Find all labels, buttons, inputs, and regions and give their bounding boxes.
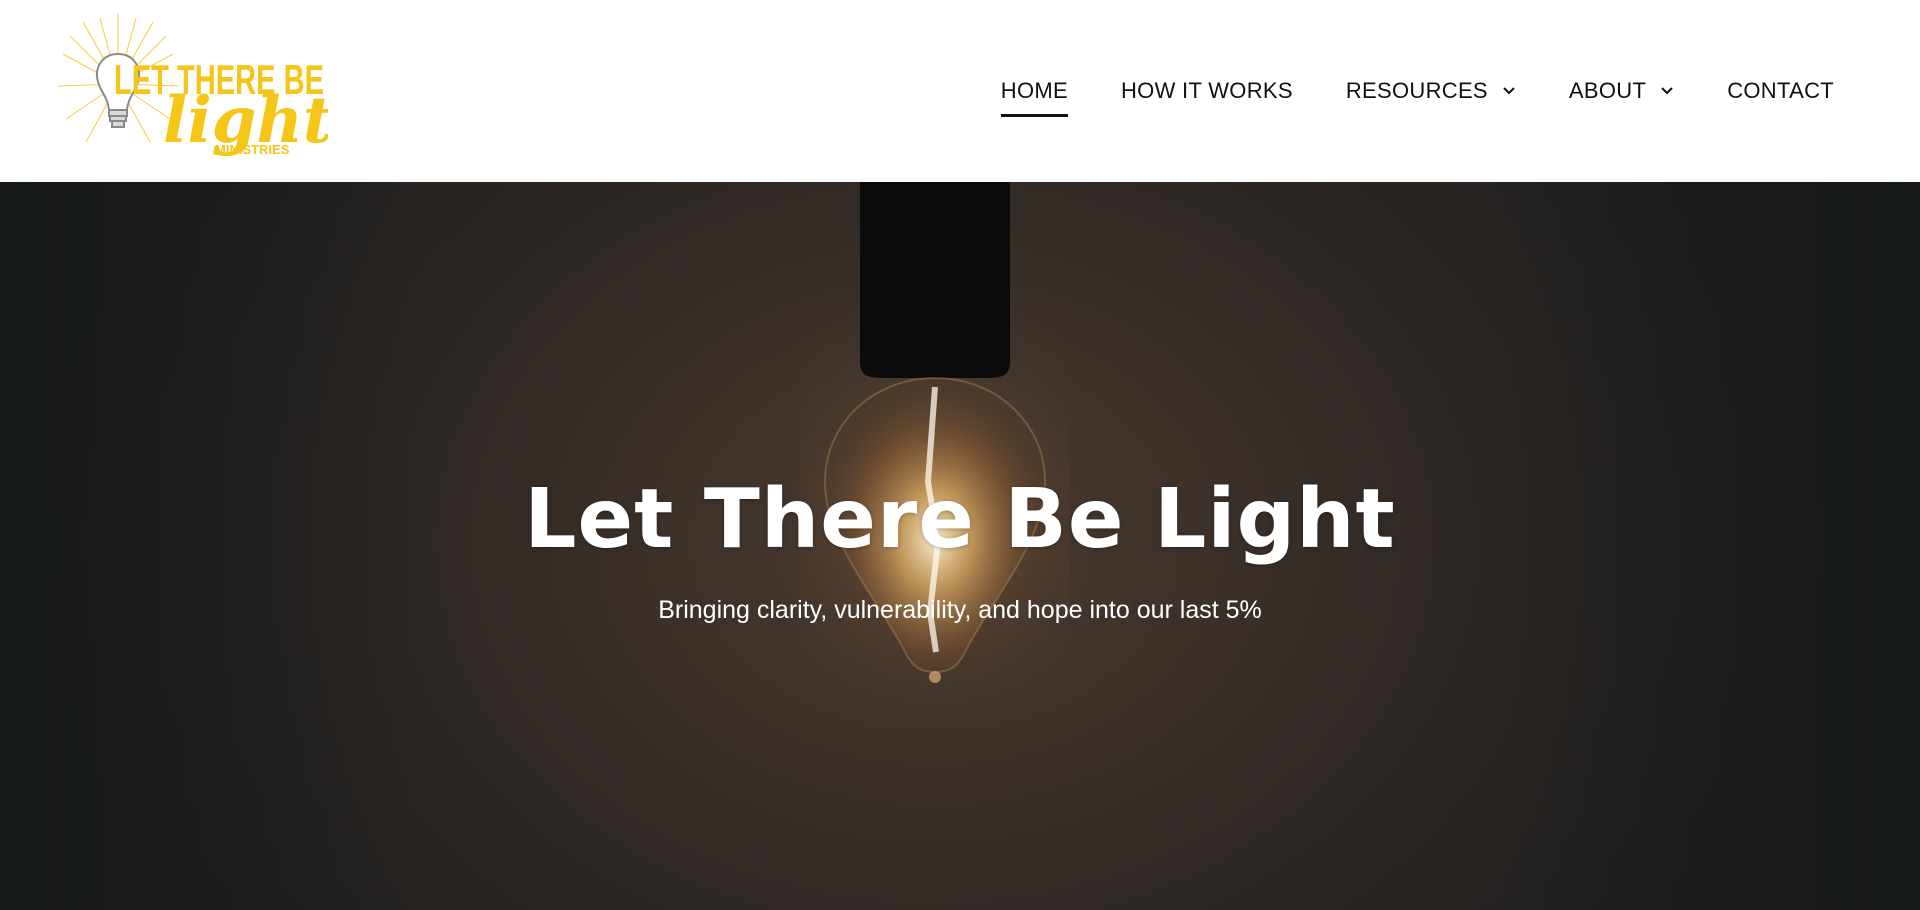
nav-resources-label: RESOURCES [1345, 78, 1488, 103]
chevron-down-icon [1661, 87, 1673, 95]
site-header: LET THERE BE light MINISTRIES HOME HOW I… [0, 0, 1920, 182]
chevron-down-icon [1503, 87, 1515, 95]
nav-contact-label: CONTACT [1727, 78, 1834, 103]
main-nav: HOME HOW IT WORKS RESOURCES ABOUT CONTAC… [1000, 0, 1834, 182]
nav-home[interactable]: HOME [1000, 71, 1069, 117]
site-logo[interactable]: LET THERE BE light MINISTRIES [58, 14, 328, 166]
nav-home-label: HOME [1000, 78, 1068, 103]
nav-contact[interactable]: CONTACT [1727, 71, 1834, 111]
nav-how-it-works[interactable]: HOW IT WORKS [1121, 71, 1293, 111]
nav-about-label: ABOUT [1568, 78, 1647, 103]
hero-title: Let There Be Light [524, 472, 1396, 567]
nav-about[interactable]: ABOUT [1569, 71, 1674, 111]
logo-graphic: LET THERE BE light MINISTRIES [58, 14, 328, 158]
nav-how-it-works-label: HOW IT WORKS [1120, 78, 1293, 103]
hero-section: Let There Be Light Bringing clarity, vul… [0, 182, 1920, 910]
hero-subtitle: Bringing clarity, vulnerability, and hop… [658, 596, 1262, 624]
logo-line3: MINISTRIES [215, 142, 290, 157]
nav-resources[interactable]: RESOURCES [1346, 71, 1516, 111]
